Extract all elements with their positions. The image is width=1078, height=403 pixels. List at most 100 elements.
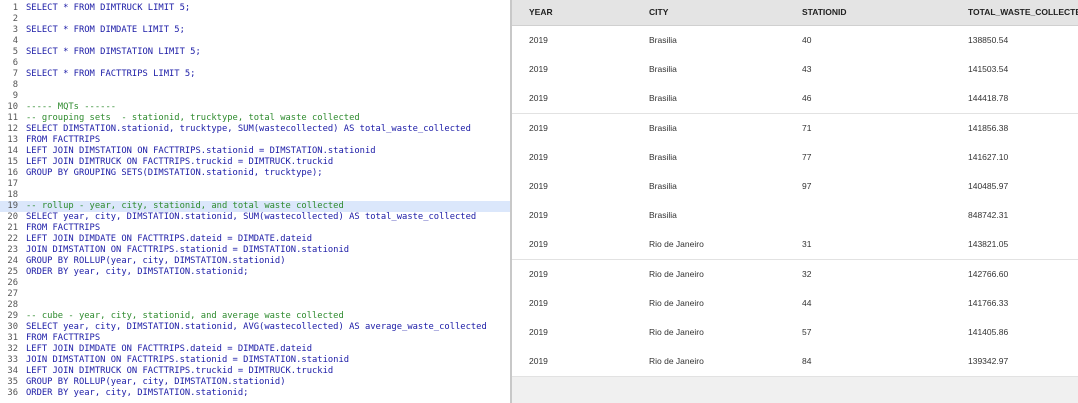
- line-number: 14: [7, 146, 18, 156]
- table-row[interactable]: 2019 Rio de Janeiro 44 141766.33: [512, 289, 1078, 319]
- line-number: 25: [7, 267, 18, 277]
- code-line[interactable]: 8: [0, 80, 510, 91]
- code-text: FROM FACTTRIPS: [26, 333, 101, 343]
- cell-stationid: 71: [802, 123, 812, 133]
- line-number: 36: [7, 388, 18, 398]
- code-line[interactable]: 9: [0, 91, 510, 102]
- code-line[interactable]: 12 SELECT DIMSTATION.stationid, trucktype…: [0, 124, 510, 135]
- cell-stationid: 46: [802, 93, 812, 103]
- code-line[interactable]: 22 LEFT JOIN DIMDATE ON FACTTRIPS.dateid …: [0, 234, 510, 245]
- cell-year: 2019: [529, 269, 548, 279]
- table-row[interactable]: 2019 Brasilia 77 141627.10: [512, 143, 1078, 173]
- code-line[interactable]: 32 LEFT JOIN DIMDATE ON FACTTRIPS.dateid …: [0, 344, 510, 355]
- code-line[interactable]: 27: [0, 289, 510, 300]
- code-line[interactable]: 26: [0, 278, 510, 289]
- code-line[interactable]: 18: [0, 190, 510, 201]
- table-row[interactable]: 2019 Brasilia 71 141856.38: [512, 114, 1078, 144]
- code-line[interactable]: 36 ORDER BY year, city, DIMSTATION.statio…: [0, 388, 510, 399]
- column-header-year[interactable]: YEAR: [529, 0, 553, 25]
- code-line[interactable]: 16 GROUP BY GROUPING SETS(DIMSTATION.stat…: [0, 168, 510, 179]
- line-number: 9: [12, 91, 18, 101]
- column-header-total-waste-collected[interactable]: TOTAL_WASTE_COLLECTED: [968, 0, 1078, 25]
- cell-city: Brasilia: [649, 35, 677, 45]
- cell-stationid: 77: [802, 152, 812, 162]
- code-comment: -- grouping sets - stationid, trucktype,…: [26, 113, 360, 123]
- code-line[interactable]: 1 SELECT * FROM DIMTRUCK LIMIT 5;: [0, 3, 510, 14]
- table-row[interactable]: 2019 Brasilia 97 140485.97: [512, 172, 1078, 202]
- line-number: 34: [7, 366, 18, 376]
- cell-year: 2019: [529, 181, 548, 191]
- code-line[interactable]: 25 ORDER BY year, city, DIMSTATION.statio…: [0, 267, 510, 278]
- results-pane: YEAR CITY STATIONID TOTAL_WASTE_COLLECTE…: [512, 0, 1078, 403]
- code-text: GROUP BY ROLLUP(year, city, DIMSTATION.s…: [26, 256, 286, 266]
- code-line[interactable]: 24 GROUP BY ROLLUP(year, city, DIMSTATION…: [0, 256, 510, 267]
- code-line[interactable]: 2: [0, 14, 510, 25]
- code-line[interactable]: 21 FROM FACTTRIPS: [0, 223, 510, 234]
- line-number: 2: [12, 14, 18, 24]
- line-number: 11: [7, 113, 18, 123]
- table-row[interactable]: 2019 Rio de Janeiro 31 143821.05: [512, 230, 1078, 260]
- sql-editor[interactable]: 1 SELECT * FROM DIMTRUCK LIMIT 5; 2 3 SELECT…: [0, 0, 510, 403]
- cell-stationid: 31: [802, 239, 812, 249]
- cell-city: Brasilia: [649, 152, 677, 162]
- cell-city: Brasilia: [649, 123, 677, 133]
- code-line[interactable]: 14 LEFT JOIN DIMSTATION ON FACTTRIPS.stat…: [0, 146, 510, 157]
- cell-total-waste-collected: 142766.60: [968, 269, 1009, 279]
- code-line[interactable]: 34 LEFT JOIN DIMTRUCK ON FACTTRIPS.trucki…: [0, 366, 510, 377]
- cell-total-waste-collected: 139342.97: [968, 356, 1009, 366]
- code-line[interactable]: 15 LEFT JOIN DIMTRUCK ON FACTTRIPS.trucki…: [0, 157, 510, 168]
- table-row[interactable]: 2019 Brasilia 46 144418.78: [512, 84, 1078, 114]
- table-row[interactable]: 2019 Brasilia 43 141503.54: [512, 55, 1078, 85]
- code-text: LEFT JOIN DIMTRUCK ON FACTTRIPS.truckid …: [26, 157, 334, 167]
- column-header-stationid[interactable]: STATIONID: [802, 0, 847, 25]
- code-text: JOIN DIMSTATION ON FACTTRIPS.stationid =…: [26, 355, 350, 365]
- code-text: GROUP BY GROUPING SETS(DIMSTATION.statio…: [26, 168, 323, 178]
- line-number: 33: [7, 355, 18, 365]
- code-line[interactable]: 35 GROUP BY ROLLUP(year, city, DIMSTATION…: [0, 377, 510, 388]
- line-number: 35: [7, 377, 18, 387]
- code-line[interactable]: 5 SELECT * FROM DIMSTATION LIMIT 5;: [0, 47, 510, 58]
- cell-year: 2019: [529, 93, 548, 103]
- cell-year: 2019: [529, 35, 548, 45]
- line-number: 5: [12, 47, 18, 57]
- cell-stationid: 40: [802, 35, 812, 45]
- code-line[interactable]: 28: [0, 300, 510, 311]
- code-line[interactable]: 23 JOIN DIMSTATION ON FACTTRIPS.stationid…: [0, 245, 510, 256]
- code-line[interactable]: 30 SELECT year, city, DIMSTATION.stationi…: [0, 322, 510, 333]
- line-number: 13: [7, 135, 18, 145]
- cell-year: 2019: [529, 64, 548, 74]
- code-line[interactable]: 7 SELECT * FROM FACTTRIPS LIMIT 5;: [0, 69, 510, 80]
- code-text: ORDER BY year, city, DIMSTATION.stationi…: [26, 388, 249, 398]
- table-row[interactable]: 2019 Brasilia 40 138850.54: [512, 26, 1078, 56]
- code-line[interactable]: 31 FROM FACTTRIPS: [0, 333, 510, 344]
- cell-total-waste-collected: 140485.97: [968, 181, 1009, 191]
- code-line[interactable]: 17: [0, 179, 510, 190]
- code-line[interactable]: 4: [0, 36, 510, 47]
- code-line[interactable]: 6: [0, 58, 510, 69]
- table-row[interactable]: 2019 Rio de Janeiro 32 142766.60: [512, 260, 1078, 290]
- table-row[interactable]: 2019 Rio de Janeiro 84 139342.97: [512, 347, 1078, 377]
- code-text: ORDER BY year, city, DIMSTATION.stationi…: [26, 267, 249, 277]
- cell-year: 2019: [529, 327, 548, 337]
- cell-stationid: 97: [802, 181, 812, 191]
- cell-stationid: 32: [802, 269, 812, 279]
- line-number: 32: [7, 344, 18, 354]
- table-row[interactable]: 2019 Brasilia 848742.31: [512, 201, 1078, 231]
- code-line[interactable]: 3 SELECT * FROM DIMDATE LIMIT 5;: [0, 25, 510, 36]
- line-number: 29: [7, 311, 18, 321]
- line-number: 6: [12, 58, 18, 68]
- code-text: SELECT * FROM DIMSTATION LIMIT 5;: [26, 47, 201, 57]
- column-header-city[interactable]: CITY: [649, 0, 668, 25]
- table-row[interactable]: 2019 Rio de Janeiro 57 141405.86: [512, 318, 1078, 348]
- code-line[interactable]: 19 -- rollup - year, city, stationid, and…: [0, 201, 510, 212]
- code-line[interactable]: 10 ----- MQTs ------: [0, 102, 510, 113]
- code-line[interactable]: 20 SELECT year, city, DIMSTATION.stationi…: [0, 212, 510, 223]
- code-line[interactable]: 29 -- cube - year, city, stationid, and a…: [0, 311, 510, 322]
- cell-year: 2019: [529, 210, 548, 220]
- cell-total-waste-collected: 848742.31: [968, 210, 1009, 220]
- code-line[interactable]: 11 -- grouping sets - stationid, trucktyp…: [0, 113, 510, 124]
- cell-total-waste-collected: 141405.86: [968, 327, 1009, 337]
- code-line[interactable]: 33 JOIN DIMSTATION ON FACTTRIPS.stationid…: [0, 355, 510, 366]
- cell-stationid: 84: [802, 356, 812, 366]
- code-line[interactable]: 13 FROM FACTTRIPS: [0, 135, 510, 146]
